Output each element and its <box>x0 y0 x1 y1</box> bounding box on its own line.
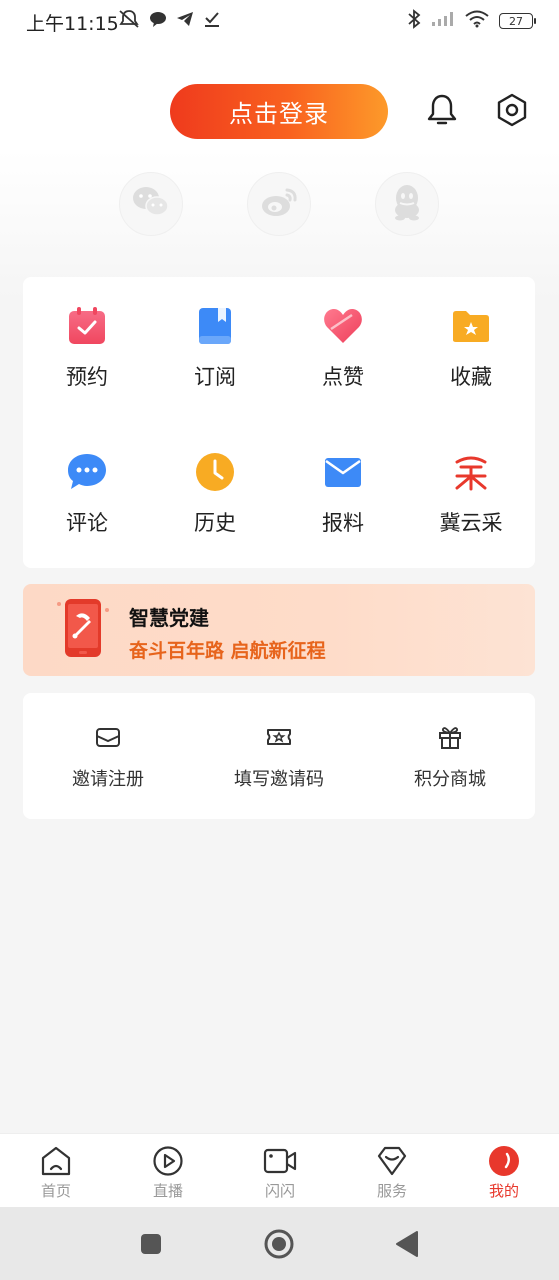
grid-item-comment[interactable]: 评论 <box>23 423 151 543</box>
grid-item-label: 预约 <box>66 365 108 389</box>
grid-item-label: 订阅 <box>194 365 236 389</box>
grid-item-label: 评论 <box>66 511 108 535</box>
mail-icon <box>322 451 364 493</box>
nav-tab-label: 闪闪 <box>264 1182 295 1200</box>
wechat-login-button[interactable] <box>119 172 183 236</box>
grid-item-label: 收藏 <box>450 365 492 389</box>
invite-item-label: 积分商城 <box>414 769 486 790</box>
envelope-icon <box>94 723 122 751</box>
grid-item-like[interactable]: 点赞 <box>279 277 407 397</box>
bottom-nav: 首页 直播 闪闪 服务 我的 <box>0 1133 559 1207</box>
status-time: 上午11:15 <box>26 13 119 35</box>
wechat-icon <box>131 185 171 223</box>
video-camera-icon <box>263 1144 297 1178</box>
invite-item-label: 填写邀请码 <box>234 769 324 790</box>
nav-tab-label: 直播 <box>152 1182 183 1200</box>
grid-item-history[interactable]: 历史 <box>151 423 279 543</box>
battery-icon: 27 <box>499 13 536 29</box>
recent-apps-button[interactable] <box>134 1227 168 1261</box>
status-notification-icons <box>118 9 221 33</box>
party-building-banner[interactable]: 智慧党建 奋斗百年路 启航新征程 <box>23 584 535 676</box>
home-system-button[interactable] <box>262 1227 296 1261</box>
weibo-login-button[interactable] <box>247 172 311 236</box>
comment-icon <box>66 451 108 493</box>
invite-code-item[interactable]: 填写邀请码 <box>194 693 364 819</box>
telegram-icon <box>176 10 194 32</box>
jiyuncai-logo-icon <box>450 451 492 493</box>
live-play-icon <box>151 1144 185 1178</box>
party-phone-icon <box>53 596 113 666</box>
nav-tab-label: 服务 <box>376 1182 407 1200</box>
home-icon <box>39 1144 73 1178</box>
mute-icon <box>118 9 140 33</box>
star-folder-icon <box>450 305 492 347</box>
clock-icon <box>194 451 236 493</box>
chat-notification-icon <box>149 10 167 32</box>
ticket-icon <box>265 723 293 751</box>
invite-register-item[interactable]: 邀请注册 <box>23 693 193 819</box>
social-login-row <box>0 172 559 238</box>
qq-icon <box>390 183 424 225</box>
heart-icon <box>322 305 364 347</box>
login-button[interactable]: 点击登录 <box>170 84 388 139</box>
grid-item-label: 历史 <box>194 511 236 535</box>
nav-tab-label: 首页 <box>40 1182 71 1200</box>
party-banner-subtitle: 奋斗百年路 启航新征程 <box>129 640 326 662</box>
points-mall-item[interactable]: 积分商城 <box>365 693 535 819</box>
wifi-icon <box>465 10 489 32</box>
back-button[interactable] <box>390 1227 424 1261</box>
download-done-icon <box>203 10 221 32</box>
invite-card: 邀请注册 填写邀请码 积分商城 <box>23 693 535 819</box>
invite-item-label: 邀请注册 <box>72 769 144 790</box>
nav-tab-service[interactable]: 服务 <box>336 1134 448 1208</box>
status-system-icons: 27 <box>407 9 536 33</box>
grid-item-favorite[interactable]: 收藏 <box>407 277 535 397</box>
weibo-icon <box>259 185 299 223</box>
nav-tab-flash[interactable]: 闪闪 <box>224 1134 336 1208</box>
feature-grid-card: 预约 订阅 点赞 收藏 评论 历史 报料 冀云采 <box>23 277 535 568</box>
grid-item-subscribe[interactable]: 订阅 <box>151 277 279 397</box>
nav-tab-live[interactable]: 直播 <box>112 1134 224 1208</box>
nav-tab-mine[interactable]: 我的 <box>448 1134 559 1208</box>
bluetooth-icon <box>407 9 421 33</box>
gift-icon <box>436 723 464 751</box>
calendar-icon <box>66 305 108 347</box>
grid-item-jiyuncai[interactable]: 冀云采 <box>407 423 535 543</box>
status-bar: 上午11:15 27 <box>0 0 559 44</box>
party-banner-title: 智慧党建 <box>129 606 209 630</box>
grid-item-label: 冀云采 <box>439 511 503 535</box>
settings-icon[interactable] <box>494 92 530 128</box>
nav-tab-home[interactable]: 首页 <box>0 1134 112 1208</box>
qq-login-button[interactable] <box>375 172 439 236</box>
diamond-service-icon <box>375 1144 409 1178</box>
grid-item-report[interactable]: 报料 <box>279 423 407 543</box>
grid-item-appointment[interactable]: 预约 <box>23 277 151 397</box>
grid-item-label: 报料 <box>322 511 364 535</box>
nav-tab-label: 我的 <box>488 1182 519 1200</box>
bookmark-book-icon <box>194 305 236 347</box>
grid-item-label: 点赞 <box>322 365 364 389</box>
bell-icon[interactable] <box>424 92 460 128</box>
system-navigation-bar <box>0 1207 559 1280</box>
profile-icon <box>487 1144 521 1178</box>
signal-icon <box>431 11 455 31</box>
